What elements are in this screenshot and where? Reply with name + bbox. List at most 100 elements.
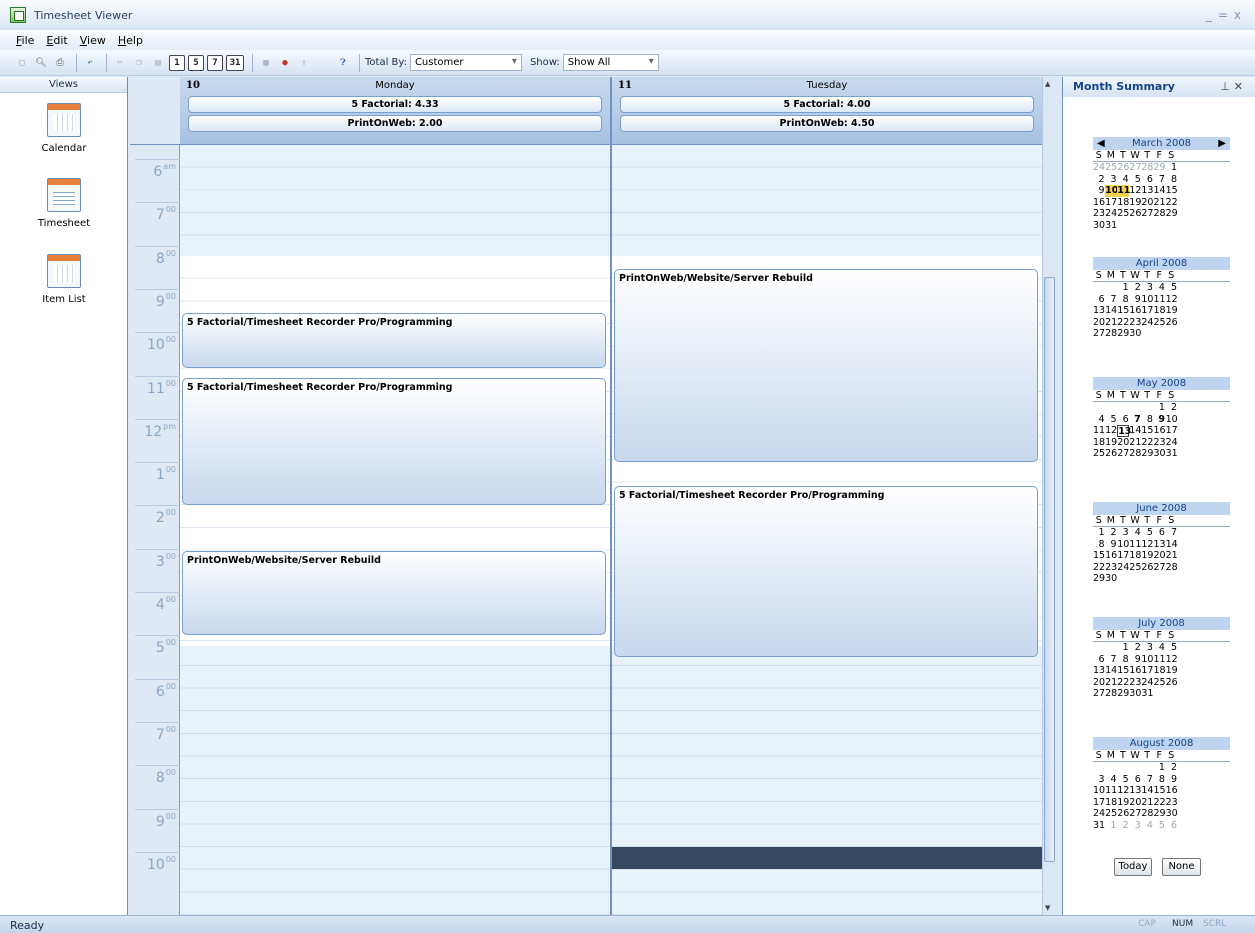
calendar-day[interactable]: 18	[1153, 665, 1165, 677]
calendar-day[interactable]: 3	[1141, 282, 1153, 294]
calendar-day[interactable]: 23	[1105, 562, 1117, 574]
calendar-day[interactable]: 24	[1093, 162, 1105, 174]
view-item-calendar[interactable]: Calendar	[0, 103, 128, 154]
day-header-tuesday[interactable]: Tuesday 11 5 Factorial: 4.00 PrintOnWeb:…	[612, 77, 1042, 145]
calendar-day[interactable]: 16	[1129, 305, 1141, 317]
calendar-day[interactable]: 5	[1153, 820, 1165, 832]
calendar-day[interactable]: 29	[1153, 808, 1165, 820]
calendar-day[interactable]: 13	[1093, 665, 1105, 677]
calendar-day[interactable]: 7	[1166, 527, 1177, 539]
calendar-day[interactable]: 18	[1093, 437, 1105, 449]
calendar-day[interactable]: 24	[1117, 562, 1129, 574]
calendar-day[interactable]: 1	[1117, 642, 1129, 654]
close-icon[interactable]: x	[1234, 8, 1247, 22]
timesheet-entry[interactable]: 5 Factorial/Timesheet Recorder Pro/Progr…	[614, 485, 1038, 657]
calendar-day[interactable]: 25	[1093, 448, 1105, 460]
calendar-day[interactable]: 9	[1129, 294, 1141, 306]
calendar-day[interactable]: 29	[1153, 162, 1165, 174]
day-header-monday[interactable]: Monday 10 5 Factorial: 4.33 PrintOnWeb: …	[180, 77, 610, 145]
today-button[interactable]: Today	[1114, 858, 1152, 876]
print-icon[interactable]: ⎙	[52, 55, 68, 71]
calendar-day[interactable]: 8	[1141, 414, 1153, 426]
calendar-day[interactable]: 26	[1105, 448, 1117, 460]
calendar-day[interactable]: 6	[1129, 774, 1141, 786]
day-column-tuesday[interactable]: Tuesday 11 5 Factorial: 4.00 PrintOnWeb:…	[612, 77, 1042, 915]
calendar-day[interactable]: 28	[1105, 688, 1117, 700]
work-week-view-button[interactable]: 5	[188, 54, 204, 71]
calendar-day[interactable]: 6	[1153, 527, 1165, 539]
calendar-day[interactable]: 25	[1153, 677, 1165, 689]
calendar-day[interactable]: 28	[1141, 808, 1153, 820]
calendar-day[interactable]: 15	[1141, 425, 1153, 437]
calendar-day[interactable]: 27	[1093, 688, 1105, 700]
calendar-day[interactable]: 18	[1117, 197, 1129, 209]
calendar-day[interactable]: 3	[1129, 820, 1141, 832]
calendar-day[interactable]: 28	[1153, 208, 1165, 220]
calendar-day[interactable]: 5	[1166, 282, 1177, 294]
calendar-day[interactable]: 31	[1166, 448, 1178, 460]
calendar-day[interactable]: 16	[1153, 425, 1165, 437]
calendar-day[interactable]: 20	[1129, 797, 1141, 809]
calendar-day[interactable]: 19	[1105, 437, 1117, 449]
calendar-day[interactable]: 15	[1117, 665, 1129, 677]
calendar-day[interactable]: 28	[1129, 448, 1141, 460]
calendar-day[interactable]: 5	[1117, 774, 1129, 786]
calendar-day[interactable]: 18	[1129, 550, 1141, 562]
calendar-day[interactable]: 28	[1141, 162, 1153, 174]
calendar-day[interactable]: 1	[1105, 820, 1117, 832]
calendar-day[interactable]: 23	[1129, 317, 1141, 329]
calendar-day[interactable]: 22	[1141, 437, 1153, 449]
calendar-day[interactable]: 8	[1117, 294, 1129, 306]
calendar-day[interactable]: 1	[1093, 527, 1104, 539]
customer-total[interactable]: 5 Factorial: 4.33	[188, 96, 602, 113]
calendar-day[interactable]: 14	[1105, 665, 1117, 677]
copy-icon[interactable]: ❐	[131, 55, 147, 71]
pin-icon[interactable]: ⊥	[1220, 80, 1234, 93]
calendar-day[interactable]: 6	[1166, 820, 1177, 832]
calendar-day[interactable]: 29	[1093, 573, 1105, 585]
calendar-day[interactable]: 24	[1093, 808, 1105, 820]
calendar-day[interactable]: 10	[1117, 539, 1129, 551]
selected-time-slot[interactable]	[612, 847, 1042, 869]
scrollbar-thumb[interactable]	[1044, 277, 1055, 862]
calendar-day[interactable]: 27	[1093, 328, 1105, 340]
calendar-day[interactable]: 19	[1117, 797, 1129, 809]
calendar-day[interactable]: 21	[1105, 677, 1117, 689]
calendar-day[interactable]: 30	[1129, 328, 1141, 340]
calendar-day[interactable]: 15	[1153, 785, 1165, 797]
calendar-day[interactable]: 10	[1141, 294, 1153, 306]
calendar-day[interactable]: 7	[1105, 654, 1117, 666]
calendar-day[interactable]: 12	[1117, 785, 1129, 797]
calendar-day[interactable]: 4	[1093, 414, 1104, 426]
calendar-day[interactable]: 3	[1141, 642, 1153, 654]
calendar-day[interactable]: 20	[1117, 437, 1129, 449]
calendar-day[interactable]: 18	[1153, 305, 1165, 317]
calendar-day[interactable]: 14	[1129, 425, 1141, 437]
month-view-button[interactable]: 31	[226, 54, 244, 71]
calendar-day[interactable]: 12	[1166, 654, 1178, 666]
calendar-day[interactable]: 25	[1129, 562, 1141, 574]
timesheet-entry[interactable]: 5 Factorial/Timesheet Recorder Pro/Progr…	[182, 377, 606, 506]
show-select[interactable]: Show All ▾	[562, 54, 659, 71]
calendar-day[interactable]: 16	[1166, 785, 1178, 797]
window-controls[interactable]: _=x	[1206, 8, 1247, 22]
calendar-day[interactable]: 30	[1105, 573, 1117, 585]
calendar-day[interactable]: 2	[1166, 402, 1177, 414]
calendar-day[interactable]: 7	[1141, 774, 1153, 786]
paste-icon[interactable]: ▤	[150, 55, 166, 71]
calendar-day[interactable]: 18	[1105, 797, 1117, 809]
calendar-day[interactable]: 22	[1093, 562, 1105, 574]
menu-file[interactable]: File	[16, 34, 34, 47]
calendar-day[interactable]: 9	[1153, 414, 1165, 426]
calendar-day[interactable]: 4	[1117, 174, 1129, 186]
calendar-day[interactable]: 11	[1129, 539, 1141, 551]
timesheet-entry[interactable]: PrintOnWeb/Website/Server Rebuild	[614, 269, 1038, 463]
calendar-day[interactable]: 7	[1105, 294, 1117, 306]
calendar-day[interactable]: 23	[1153, 437, 1165, 449]
calendar-day[interactable]: 30	[1129, 688, 1141, 700]
calendar-day[interactable]: 9	[1129, 654, 1141, 666]
calendar-day[interactable]: 8	[1166, 174, 1177, 186]
calendar-day[interactable]: 12	[1141, 539, 1153, 551]
calendar-day[interactable]: 20	[1093, 677, 1105, 689]
previous-month-icon[interactable]: ◀	[1097, 137, 1105, 150]
